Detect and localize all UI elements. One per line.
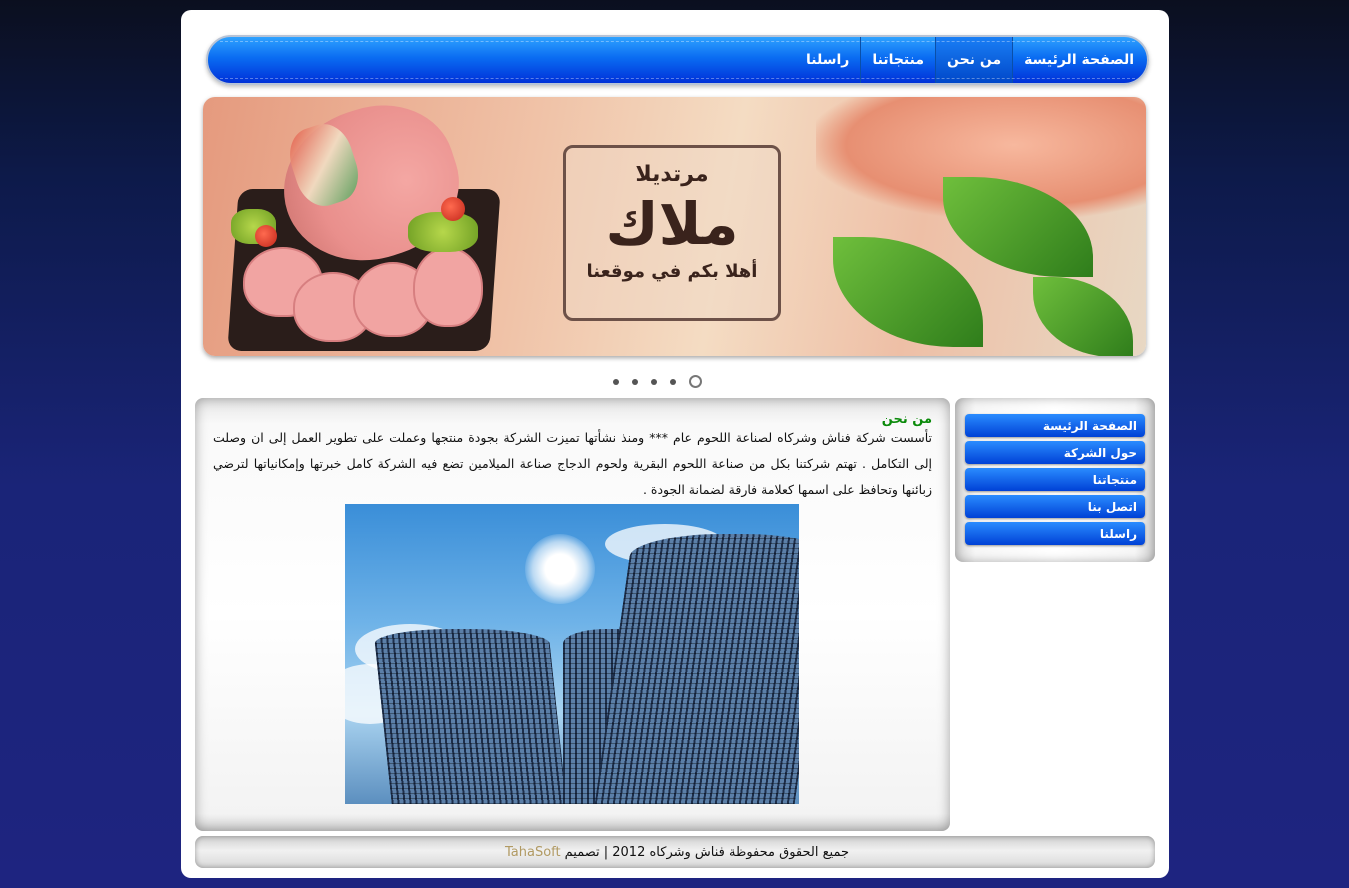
side-item-label: راسلنا xyxy=(1099,526,1137,541)
content-image-buildings xyxy=(345,504,799,804)
image-sun xyxy=(525,534,595,604)
side-item-label: اتصل بنا xyxy=(1087,499,1137,514)
side-item-message[interactable]: راسلنا xyxy=(965,522,1145,545)
nav-item-label: منتجاتنا xyxy=(872,52,925,68)
slider-dot-2[interactable] xyxy=(670,379,676,385)
footer-rights: جميع الحقوق محفوظة فناش وشركاه 2012 | تص… xyxy=(564,844,849,860)
slider-dot-3[interactable] xyxy=(651,379,657,385)
footer-brand-link[interactable]: TahaSoft xyxy=(505,845,561,860)
banner-tomato xyxy=(255,225,277,247)
slider-dot-4[interactable] xyxy=(632,379,638,385)
banner-product-name: مرتديلا xyxy=(635,162,709,187)
image-tower-left xyxy=(373,629,568,804)
image-tower-right xyxy=(593,534,799,804)
side-item-home[interactable]: الصفحة الرئيسة xyxy=(965,414,1145,437)
side-item-about[interactable]: حول الشركة xyxy=(965,441,1145,464)
nav-item-products[interactable]: منتجاتنا xyxy=(860,37,935,83)
banner-basil xyxy=(833,237,983,347)
nav-item-label: الصفحة الرئيسة xyxy=(1024,52,1134,68)
banner-brand-name: ملاك xyxy=(605,190,739,258)
top-navbar: الصفحة الرئيسة من نحن منتجاتنا راسلنا xyxy=(206,35,1149,85)
nav-item-label: من نحن xyxy=(947,52,1002,68)
banner-lettuce xyxy=(408,212,478,252)
banner-logo: مرتديلا ملاك أهلا بكم في موقعنا xyxy=(563,145,781,321)
banner-tomato xyxy=(441,197,465,221)
banner-basil xyxy=(1033,277,1133,356)
banner-welcome: أهلا بكم في موقعنا xyxy=(586,261,758,282)
banner-slice xyxy=(413,247,483,327)
page-container: الصفحة الرئيسة من نحن منتجاتنا راسلنا مر… xyxy=(181,10,1169,878)
side-item-contact[interactable]: اتصل بنا xyxy=(965,495,1145,518)
side-menu: الصفحة الرئيسة حول الشركة منتجاتنا اتصل … xyxy=(955,398,1155,562)
side-item-label: حول الشركة xyxy=(1063,445,1137,460)
footer: جميع الحقوق محفوظة فناش وشركاه 2012 | تص… xyxy=(195,836,1155,868)
nav-item-contact[interactable]: راسلنا xyxy=(795,37,860,83)
side-item-products[interactable]: منتجاتنا xyxy=(965,468,1145,491)
slider-dot-1[interactable] xyxy=(689,375,702,388)
side-item-label: الصفحة الرئيسة xyxy=(1042,418,1137,433)
slider-dot-5[interactable] xyxy=(613,379,619,385)
nav-item-label: راسلنا xyxy=(806,52,850,68)
side-item-label: منتجاتنا xyxy=(1092,472,1137,487)
nav-item-home[interactable]: الصفحة الرئيسة xyxy=(1012,37,1145,83)
nav-item-about[interactable]: من نحن xyxy=(935,37,1013,83)
content-body: تأسست شركة فناش وشركاه لصناعة اللحوم عام… xyxy=(213,430,932,497)
hero-banner[interactable]: مرتديلا ملاك أهلا بكم في موقعنا xyxy=(203,97,1146,356)
main-content: من نحن تأسست شركة فناش وشركاه لصناعة الل… xyxy=(195,398,950,831)
slider-dots xyxy=(613,375,702,389)
